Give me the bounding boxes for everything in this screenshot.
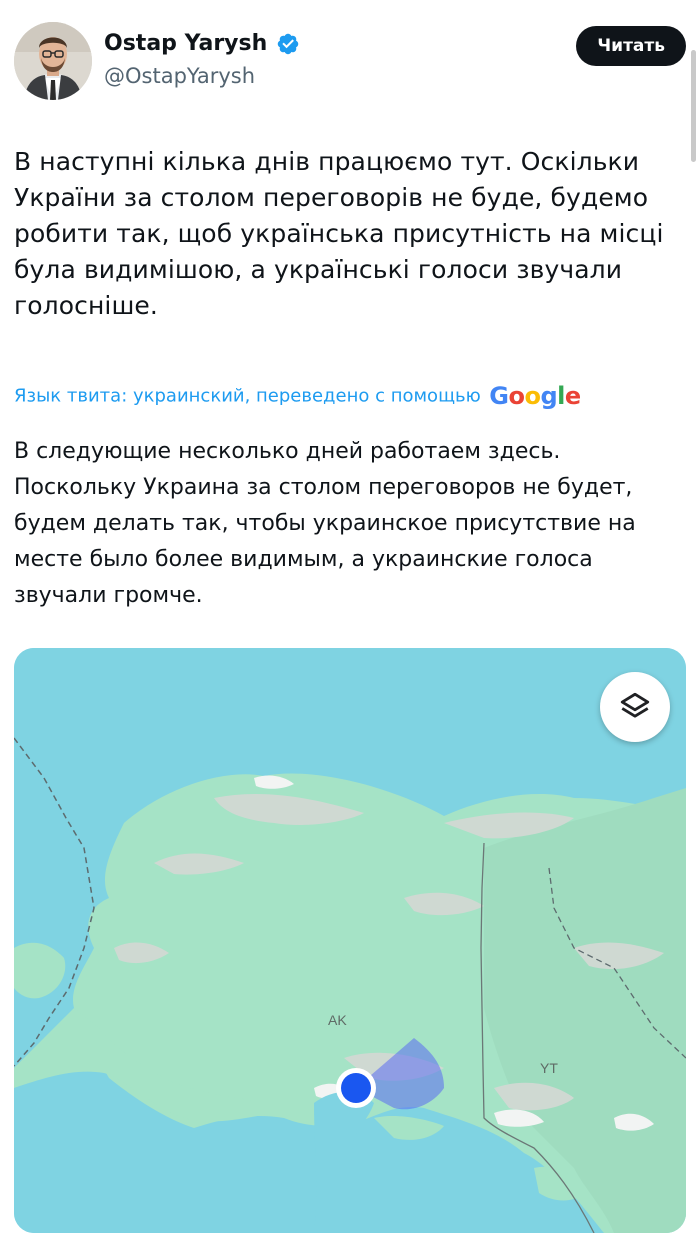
translation-note: Язык твита: украинский, переведено с пом… — [14, 382, 694, 410]
map-canvas[interactable] — [14, 648, 686, 1233]
avatar[interactable] — [14, 22, 92, 100]
layers-button[interactable] — [600, 672, 670, 742]
tweet-text: В наступні кілька днів працюємо тут. Оск… — [14, 147, 664, 320]
translation-label[interactable]: Язык твита: украинский, переведено с пом… — [14, 386, 481, 407]
map-label-ak: AK — [328, 1012, 347, 1028]
read-button[interactable]: Читать — [576, 26, 686, 66]
avatar-photo — [14, 22, 92, 100]
author-display-name[interactable]: Ostap Yarysh — [104, 30, 267, 58]
layers-icon — [618, 690, 652, 724]
map-label-yt: YT — [540, 1060, 558, 1076]
tweet-header: Ostap Yarysh @OstapYarysh Читать — [14, 22, 686, 102]
scrollbar[interactable] — [691, 50, 696, 162]
bottom-edge — [0, 1238, 700, 1246]
author-handle[interactable]: @OstapYarysh — [104, 62, 300, 90]
google-logo: Google — [489, 382, 581, 410]
author-info: Ostap Yarysh @OstapYarysh — [104, 30, 300, 90]
verified-badge-icon — [276, 32, 300, 56]
translated-tweet-text: В следующие несколько дней работаем здес… — [14, 439, 636, 608]
map-card[interactable]: AK YT — [14, 648, 686, 1233]
